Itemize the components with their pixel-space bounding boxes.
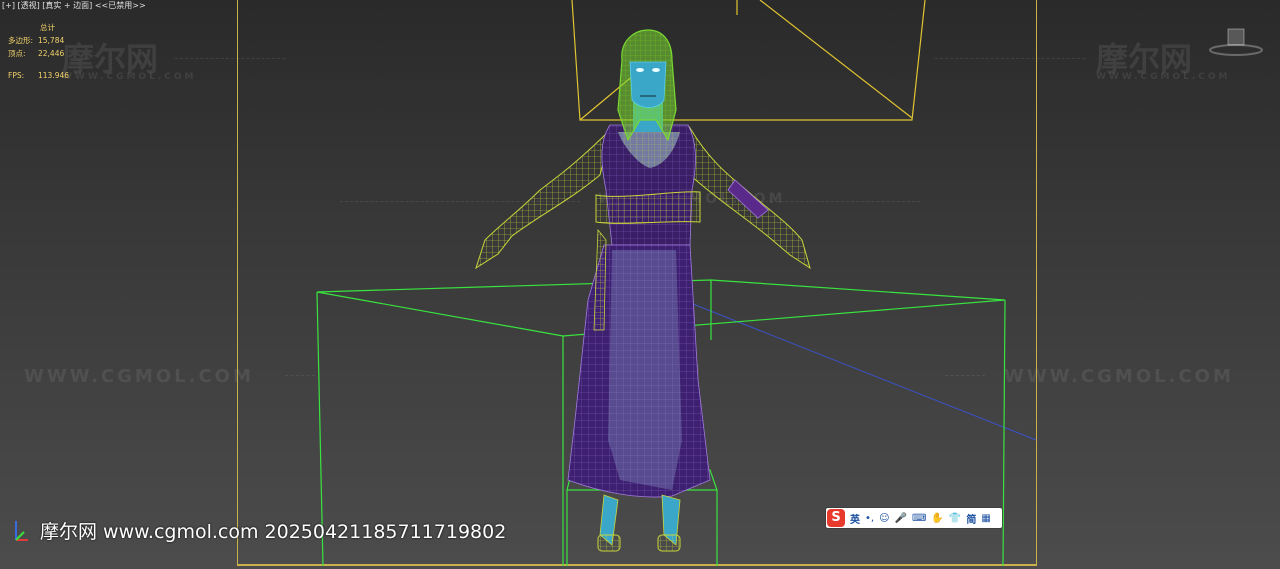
vertices-value: 22,446 [38,49,65,58]
emoji-icon[interactable]: ☺ [879,513,889,524]
stats-overlay: 总计 多边形: 15,784 顶点: 22,446 FPS: 113.946 [8,21,69,82]
ime-script-toggle[interactable]: 简 [966,511,976,526]
character-model[interactable] [475,29,811,552]
stats-fps: FPS: 113.946 [8,69,69,82]
hand-tools-icon[interactable]: ✋ [931,513,943,524]
stats-header: 总计 [40,23,55,32]
fps-value: 113.946 [38,71,70,80]
scene-canvas[interactable] [0,0,1280,569]
keyboard-icon[interactable]: ⌨ [912,513,926,524]
ime-logo-icon[interactable]: S [827,509,845,527]
stats-vertices: 顶点: 22,446 [8,47,69,60]
polygons-value: 15,784 [38,36,65,45]
ime-mode-toggle[interactable]: 英 [850,511,860,526]
polygons-label: 多边形: [8,36,34,45]
ime-toolbar[interactable]: S 英 •, ☺ 🎤 ⌨ ✋ 👕 简 ▦ [826,508,1002,528]
watermark-caption: 摩尔网 www.cgmol.com 20250421185711719802 [40,521,507,543]
shirt-skin-icon[interactable]: 👕 [949,513,961,524]
axis-tripod-icon [15,521,28,541]
stats-polygons: 多边形: 15,784 [8,34,69,47]
ime-punct-toggle[interactable]: •, [865,513,874,524]
microphone-icon[interactable]: 🎤 [895,513,907,524]
viewport-label[interactable]: [+] [透视] [真实 + 边面] <<已禁用>> [2,0,146,11]
viewcube-icon[interactable] [1206,26,1266,58]
vertices-label: 顶点: [8,49,26,58]
axis-line [644,284,1037,441]
fps-label: FPS: [8,71,25,80]
3d-viewport[interactable]: 摩尔网 WWW.CGMOL.COM 摩尔网 WWW.CGMOL.COM WWW.… [0,0,1280,569]
grid-menu-icon[interactable]: ▦ [981,513,990,524]
